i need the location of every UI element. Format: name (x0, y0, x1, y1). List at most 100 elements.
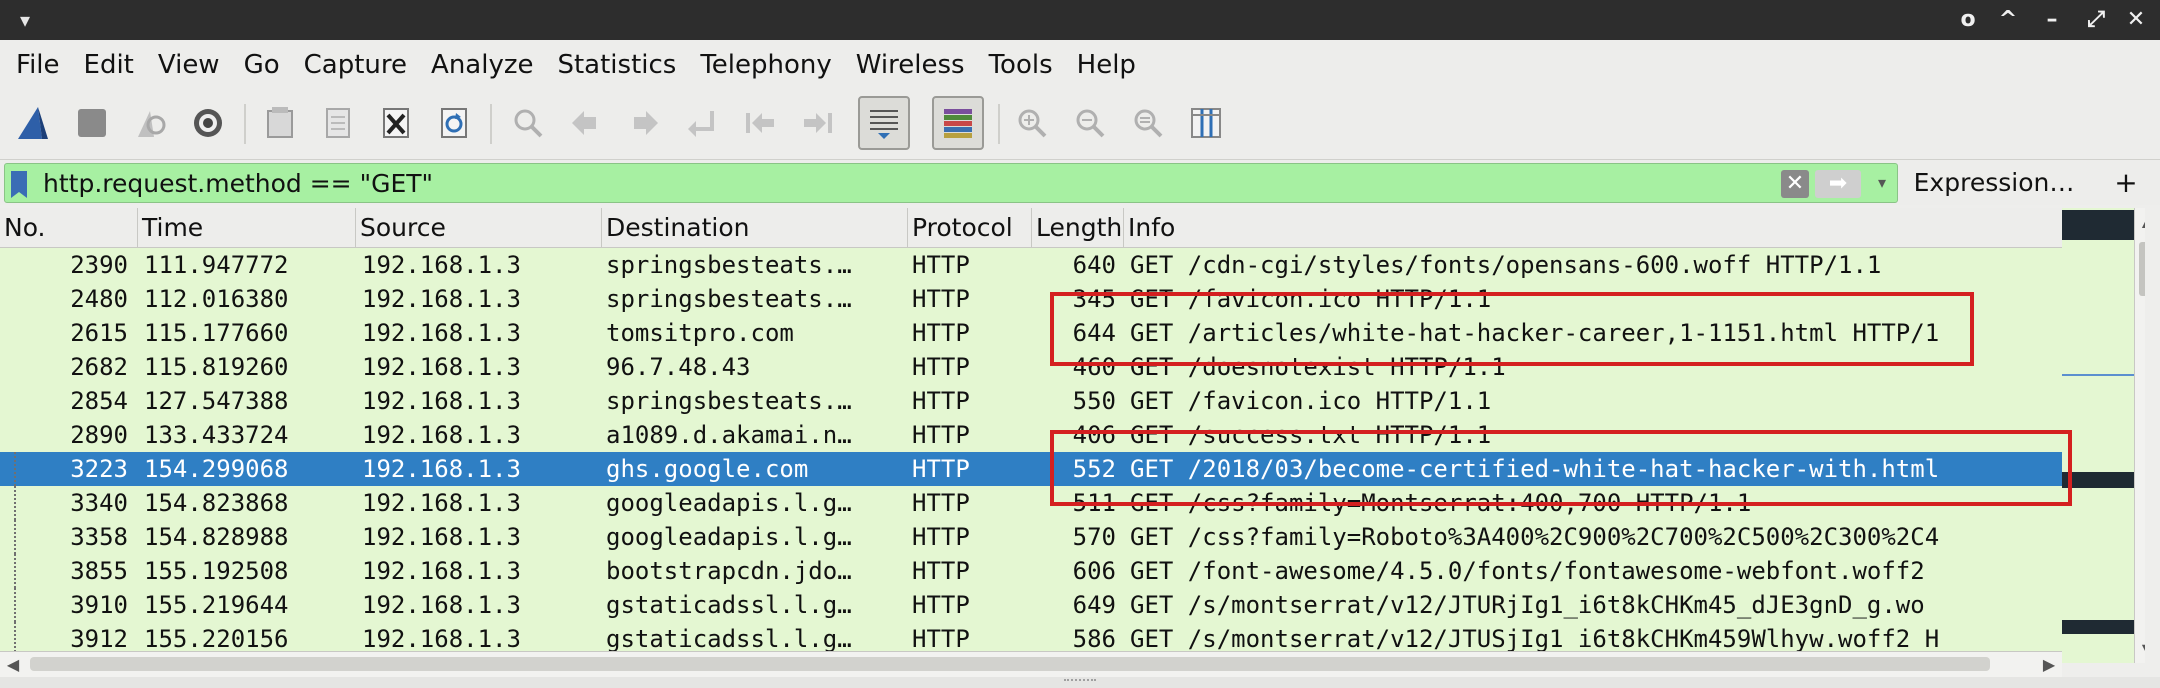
cell-no: 3223 (70, 455, 128, 483)
open-file-icon[interactable] (254, 96, 306, 150)
close-file-icon[interactable] (370, 96, 422, 150)
window-close-button[interactable]: ✕ (2118, 4, 2154, 36)
cell-source: 192.168.1.3 (362, 455, 521, 483)
normal-size-icon[interactable] (1122, 96, 1174, 150)
go-back-arrow-icon[interactable] (560, 96, 612, 150)
clear-filter-icon[interactable]: ✕ (1781, 170, 1809, 198)
highlight-box-certified-hacker (1050, 430, 2072, 506)
packet-minimap[interactable] (2062, 208, 2134, 663)
cell-time: 111.947772 (144, 251, 289, 279)
cell-no: 3855 (70, 557, 128, 585)
cell-destination: springsbesteats.… (606, 285, 852, 313)
window-maximize-button[interactable]: ⤢ (2078, 4, 2114, 36)
window-sticky-button[interactable]: o (1950, 4, 1986, 36)
related-packet-marker (14, 588, 16, 622)
go-forward-arrow-icon[interactable] (618, 96, 670, 150)
cell-no: 3910 (70, 591, 128, 619)
menu-go[interactable]: Go (244, 50, 280, 80)
cell-length: 606 (1072, 557, 1116, 585)
auto-scroll-icon[interactable] (858, 96, 910, 150)
menu-help[interactable]: Help (1077, 50, 1136, 80)
scroll-down-icon[interactable]: ▼ (2135, 637, 2145, 663)
column-header-no[interactable]: No. (0, 208, 138, 248)
cell-protocol: HTTP (912, 387, 970, 415)
cell-time: 154.299068 (144, 455, 289, 483)
cell-time: 155.192508 (144, 557, 289, 585)
cell-source: 192.168.1.3 (362, 557, 521, 585)
zoom-out-icon[interactable] (1064, 96, 1116, 150)
first-packet-icon[interactable] (734, 96, 786, 150)
window-menu-dropdown-icon[interactable]: ▾ (10, 6, 40, 34)
cell-time: 154.828988 (144, 523, 289, 551)
find-packet-icon[interactable] (502, 96, 554, 150)
table-row[interactable]: 3358 154.828988 192.168.1.3 googleadapis.l.… (0, 520, 2062, 554)
table-row[interactable]: 2854 127.547388 192.168.1.3 springsbesteats… (0, 384, 2062, 418)
menu-file[interactable]: File (16, 50, 60, 80)
cell-time: 154.823868 (144, 489, 289, 517)
table-row[interactable]: 2390 111.947772 192.168.1.3 springsbesteats… (0, 248, 2062, 282)
minimap-marker (2062, 210, 2134, 240)
scroll-right-icon[interactable]: ▶ (2036, 652, 2062, 678)
column-header-destination[interactable]: Destination (602, 208, 908, 248)
column-header-protocol[interactable]: Protocol (908, 208, 1032, 248)
restart-capture-icon[interactable] (124, 96, 176, 150)
column-header-source[interactable]: Source (356, 208, 602, 248)
resize-columns-icon[interactable] (1180, 96, 1232, 150)
cell-destination: springsbesteats.… (606, 387, 852, 415)
column-header-info[interactable]: Info (1124, 208, 2062, 248)
stop-capture-icon[interactable] (66, 96, 118, 150)
table-row[interactable]: 3855 155.192508 192.168.1.3 bootstrapcdn.jd… (0, 554, 2062, 588)
zoom-in-icon[interactable] (1006, 96, 1058, 150)
cell-time: 155.219644 (144, 591, 289, 619)
scroll-up-icon[interactable]: ▲ (2135, 208, 2145, 234)
cell-source: 192.168.1.3 (362, 387, 521, 415)
splitter-grip-icon[interactable] (1064, 679, 1096, 685)
cell-destination: a1089.d.akamai.n… (606, 421, 852, 449)
cell-no: 2390 (70, 251, 128, 279)
menu-statistics[interactable]: Statistics (557, 50, 676, 80)
menu-tools[interactable]: Tools (989, 50, 1053, 80)
cell-info: GET /css?family=Roboto%3A400%2C900%2C700… (1130, 523, 1940, 551)
cell-protocol: HTTP (912, 285, 970, 313)
window-minimize-button[interactable]: – (2034, 4, 2070, 36)
scroll-left-icon[interactable]: ◀ (0, 652, 26, 678)
go-to-packet-icon[interactable] (676, 96, 728, 150)
window-shade-button[interactable]: ^ (1990, 4, 2026, 36)
reload-file-icon[interactable] (428, 96, 480, 150)
vertical-scroll-thumb[interactable] (2139, 242, 2145, 296)
cell-no: 2854 (70, 387, 128, 415)
pane-splitter[interactable] (0, 677, 2160, 688)
expression-button[interactable]: Expression… (1904, 163, 2084, 203)
colorize-packet-list-icon[interactable] (932, 96, 984, 150)
menu-edit[interactable]: Edit (84, 50, 134, 80)
vertical-scrollbar[interactable]: ▲ ▼ (2134, 208, 2145, 663)
column-header-time[interactable]: Time (138, 208, 356, 248)
cell-source: 192.168.1.3 (362, 489, 521, 517)
menu-wireless[interactable]: Wireless (856, 50, 965, 80)
horizontal-scrollbar[interactable]: ◀ ▶ (0, 651, 2062, 677)
menu-telephony[interactable]: Telephony (700, 50, 831, 80)
save-file-icon[interactable] (312, 96, 364, 150)
column-header-length[interactable]: Length (1032, 208, 1124, 248)
horizontal-scroll-thumb[interactable] (30, 657, 1990, 671)
minimap-marker (2062, 620, 2134, 634)
cell-protocol: HTTP (912, 523, 970, 551)
display-filter-input[interactable] (43, 166, 1763, 200)
table-row[interactable]: 3910 155.219644 192.168.1.3 gstaticadssl.l.… (0, 588, 2062, 622)
menu-capture[interactable]: Capture (304, 50, 407, 80)
filter-history-chevron-down-icon[interactable]: ▾ (1871, 168, 1893, 198)
menu-analyze[interactable]: Analyze (431, 50, 533, 80)
cell-length: 640 (1072, 251, 1116, 279)
display-filter-field: ✕ ➡ ▾ (4, 163, 1898, 203)
capture-options-gear-icon[interactable] (182, 96, 234, 150)
display-filter-bar: ✕ ➡ ▾ Expression… + (0, 160, 2160, 205)
menu-view[interactable]: View (158, 50, 220, 80)
last-packet-icon[interactable] (792, 96, 844, 150)
cell-source: 192.168.1.3 (362, 421, 521, 449)
add-filter-button[interactable]: + (2106, 163, 2146, 203)
apply-filter-arrow-icon[interactable]: ➡ (1815, 170, 1861, 198)
filter-bookmark-icon[interactable] (11, 171, 27, 198)
cell-destination: googleadapis.l.g… (606, 489, 852, 517)
start-capture-shark-fin-icon[interactable] (8, 96, 60, 150)
cell-destination: 96.7.48.43 (606, 353, 751, 381)
